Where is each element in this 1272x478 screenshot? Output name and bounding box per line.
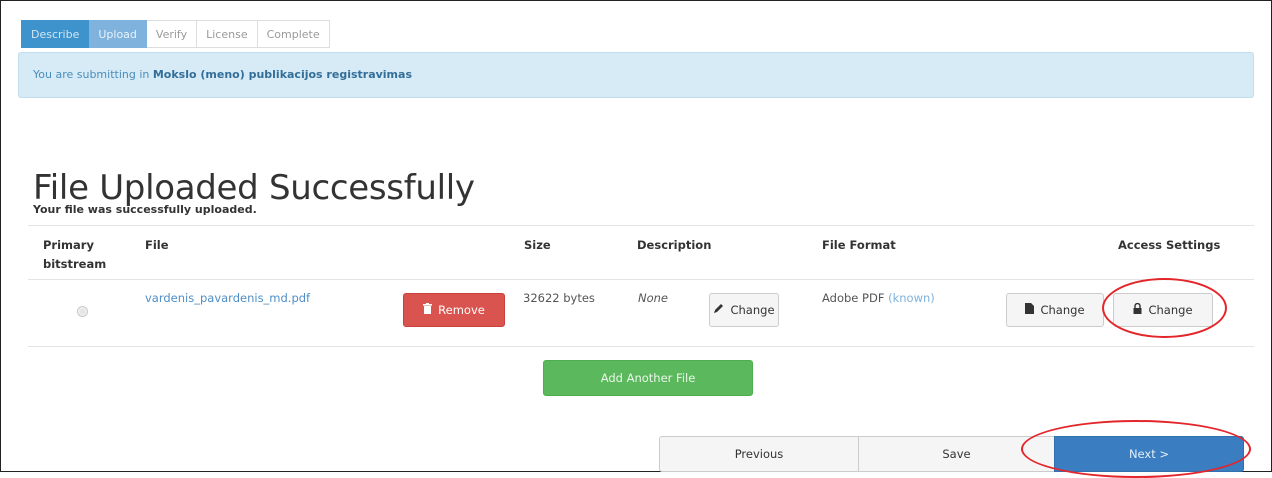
primary-bitstream-radio[interactable] [77,306,88,317]
page-subtitle: Your file was successfully uploaded. [33,203,257,216]
add-another-file-button[interactable]: Add Another File [543,360,753,396]
description-change-button[interactable]: Change [709,293,779,327]
step-upload[interactable]: Upload [89,20,147,48]
alert-prefix: You are submitting in [33,68,150,81]
highlight-oval-access [1102,278,1227,338]
collection-name: Mokslo (meno) publikacijos registravimas [152,68,412,81]
page-title: File Uploaded Successfully [33,168,475,208]
file-format: Adobe PDF (known) [822,291,935,305]
highlight-oval-next [1021,420,1251,478]
header-size: Size [524,238,551,252]
table-header-divider [28,279,1254,280]
file-icon [1025,303,1035,317]
header-access-settings: Access Settings [1118,238,1221,252]
step-license[interactable]: License [197,20,258,48]
step-verify[interactable]: Verify [146,20,198,48]
previous-button[interactable]: Previous [659,436,859,472]
step-complete[interactable]: Complete [257,20,330,48]
remove-label: Remove [438,303,485,317]
header-file: File [145,238,169,252]
submission-info-alert: You are submitting in Mokslo (meno) publ… [18,52,1254,98]
divider [28,225,1254,226]
file-description: None [638,291,669,305]
format-change-button[interactable]: Change [1006,293,1104,327]
file-size: 32622 bytes [523,291,595,305]
header-description: Description [637,238,712,252]
row-divider [28,346,1254,347]
remove-button[interactable]: Remove [403,293,505,327]
header-file-format: File Format [822,238,896,252]
format-known-link[interactable]: (known) [888,291,935,305]
file-link[interactable]: vardenis_pavardenis_md.pdf [145,291,310,305]
progress-steps: Describe Upload Verify License Complete [21,20,330,48]
pencil-icon [713,303,724,317]
header-primary-bitstream: Primary bitstream [43,238,107,271]
trash-icon [423,303,433,317]
step-describe[interactable]: Describe [21,20,90,48]
